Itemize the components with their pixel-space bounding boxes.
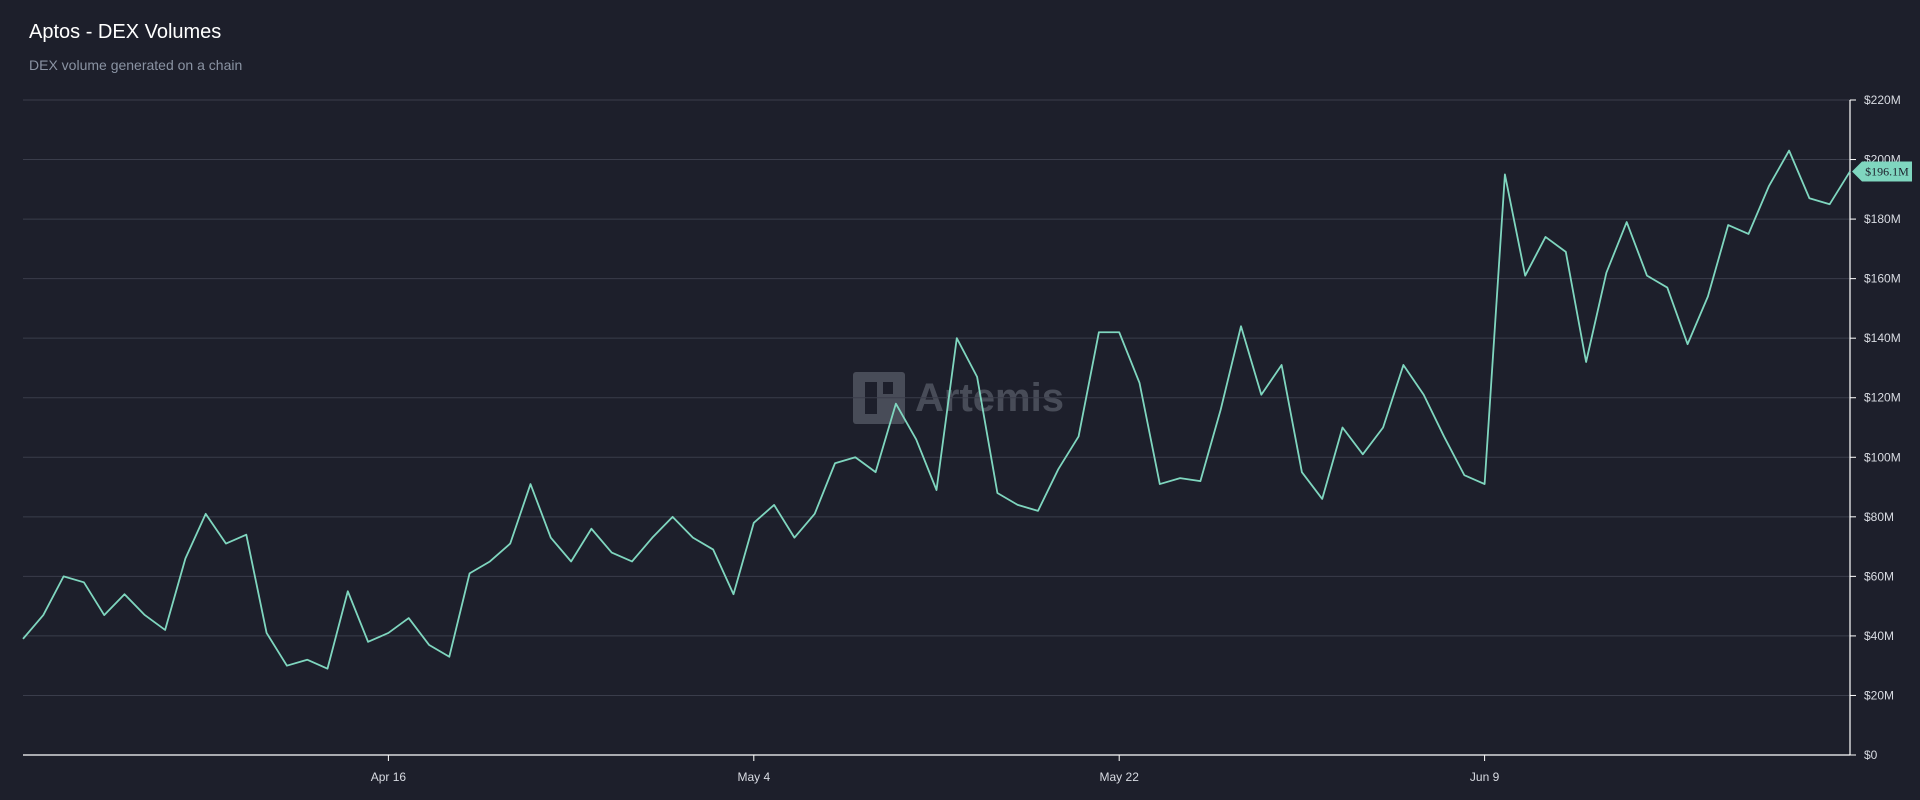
y-tick-label: $120M bbox=[1864, 391, 1901, 405]
last-value-label: $196.1M bbox=[1865, 164, 1909, 178]
series-line bbox=[22, 149, 1851, 670]
y-tick-label: $100M bbox=[1864, 450, 1901, 464]
x-tick-label: May 4 bbox=[737, 770, 770, 784]
y-tick-label: $180M bbox=[1864, 212, 1901, 226]
y-tick-label: $60M bbox=[1864, 569, 1894, 583]
y-tick-label: $0 bbox=[1864, 748, 1878, 762]
line-chart[interactable]: $0 $20M $40M $60M $80M $100M $120M $140M $160M $1… bbox=[0, 0, 1920, 800]
x-tick-label: Apr 16 bbox=[371, 770, 407, 784]
y-tick-label: $140M bbox=[1864, 331, 1901, 345]
y-tick-label: $220M bbox=[1864, 93, 1901, 107]
x-tick-label: Jun 9 bbox=[1470, 770, 1500, 784]
y-tick-label: $160M bbox=[1864, 272, 1901, 286]
y-tick-label: $80M bbox=[1864, 510, 1894, 524]
y-tick-label: $20M bbox=[1864, 688, 1894, 702]
y-tick-label: $40M bbox=[1864, 629, 1894, 643]
x-tick-label: May 22 bbox=[1100, 770, 1140, 784]
chart-page: Aptos - DEX Volumes DEX volume generated… bbox=[0, 0, 1920, 800]
